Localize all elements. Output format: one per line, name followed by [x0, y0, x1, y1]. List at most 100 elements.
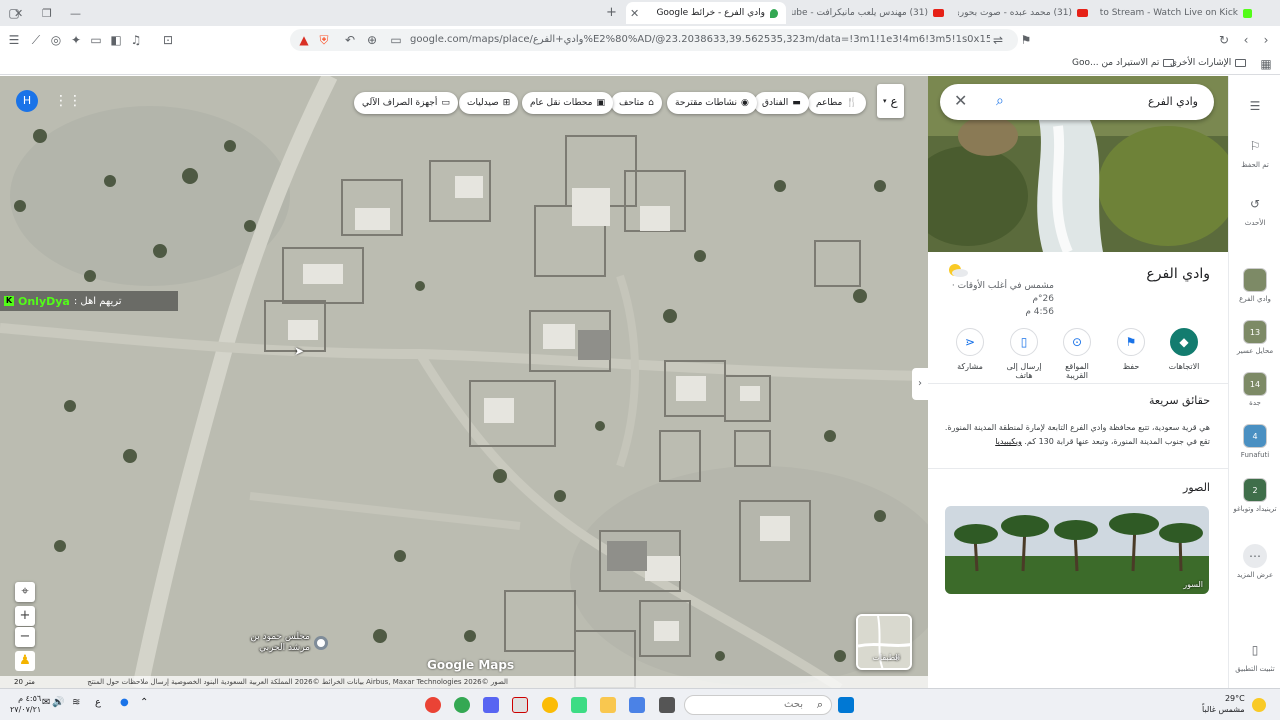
- send-to-phone-button[interactable]: ▯ إرسال إلى هاتف: [1001, 328, 1047, 380]
- photo-thumbnail[interactable]: السور: [945, 506, 1209, 594]
- chrome-dev-icon[interactable]: [542, 697, 558, 713]
- tune-icon[interactable]: ⇌: [990, 32, 1006, 48]
- tab-close-icon[interactable]: ✕: [630, 7, 639, 20]
- apps-grid-icon[interactable]: ▦: [1258, 56, 1274, 72]
- tab-kick[interactable]: Mojito Stream - Watch Live on Kick: [1100, 2, 1260, 24]
- nearby-button[interactable]: ⊙ المواقع القريبة: [1054, 328, 1100, 380]
- mouse-cursor-icon: ➤: [294, 344, 305, 358]
- scale-bar[interactable]: 20 متر: [14, 676, 35, 688]
- chip-activities[interactable]: ◉ نشاطات مقترحة: [667, 92, 757, 114]
- vpn-icon[interactable]: ◎: [48, 32, 64, 48]
- place-thumb: 4: [1243, 424, 1267, 448]
- bookmark-other[interactable]: الإشارات الأخرى: [1170, 58, 1247, 68]
- tab-youtube-1[interactable]: (31) محمد عبده - صوت بحوري - أليوم: [958, 2, 1096, 24]
- new-tab-icon[interactable]: +: [606, 5, 617, 20]
- bookmark-imported[interactable]: تم الاستيراد من ...Goo: [1072, 58, 1175, 68]
- search-input[interactable]: وادي الفرع: [1148, 95, 1198, 108]
- save-button[interactable]: ⚑ حفظ: [1108, 328, 1154, 371]
- rail-saved[interactable]: ⚐ تم الحفظ: [1229, 134, 1280, 169]
- reload-icon[interactable]: ↻: [1216, 32, 1232, 48]
- chip-hotels[interactable]: ▬ الفنادق: [754, 92, 809, 114]
- windows-start-icon[interactable]: [838, 697, 854, 713]
- zoom-icon[interactable]: ⊕: [364, 32, 380, 48]
- weather-widget[interactable]: 29°C مشمس غالباً: [1202, 693, 1245, 715]
- rail-place-2[interactable]: 13 محايل عسير: [1229, 320, 1280, 355]
- tray-overflow-icon[interactable]: ⌃: [140, 697, 156, 713]
- tab-google-maps[interactable]: وادي الفرع - خرائط Google: [626, 2, 786, 24]
- rail-menu[interactable]: ☰: [1229, 94, 1280, 121]
- file-explorer-icon[interactable]: [600, 697, 616, 713]
- rail-install-app[interactable]: ▯ تثبيت التطبيق: [1229, 638, 1280, 673]
- wifi-icon[interactable]: ≋: [72, 697, 88, 713]
- share-button[interactable]: ⋖ مشاركة: [947, 328, 993, 371]
- chip-restaurants[interactable]: 🍴 مطاعم: [808, 92, 866, 114]
- rail-place-current[interactable]: وادي الفرع: [1229, 268, 1280, 303]
- chrome-beta-icon[interactable]: [454, 697, 470, 713]
- rail-place-5[interactable]: 2 ترينيداد وتوباغو: [1229, 478, 1280, 513]
- task-view-icon[interactable]: [659, 697, 675, 713]
- store-icon[interactable]: [629, 697, 645, 713]
- chip-museums[interactable]: ⌂ متاحف: [611, 92, 662, 114]
- windows-taskbar: ٤:٥٦ م ٢٧/٠٧/٢١ ✉ 🔊 ≋ ع ● ⌃ بحث ⌕ 29°C م…: [0, 688, 1280, 720]
- tray-clock[interactable]: ٤:٥٦ م ٢٧/٠٧/٢١: [10, 693, 41, 715]
- zoom-out-button[interactable]: −: [15, 627, 35, 647]
- minimize-icon[interactable]: —: [70, 7, 81, 20]
- rail-recents[interactable]: ↺ الأحدث: [1229, 192, 1280, 227]
- google-apps-icon[interactable]: ⋮⋮: [54, 93, 82, 109]
- input-tools-button[interactable]: ع ▾: [877, 84, 904, 118]
- my-location-button[interactable]: ⌖: [15, 582, 35, 602]
- music-icon[interactable]: ♫: [128, 32, 144, 48]
- directions-button[interactable]: ◆ الاتجاهات: [1161, 328, 1207, 371]
- chip-pharmacies[interactable]: ⊞ صيدليات: [459, 92, 519, 114]
- youtube-icon: [1077, 9, 1088, 17]
- maximize-icon[interactable]: ❐: [42, 7, 52, 20]
- url-text: google.com/maps/place/وادي+الفرع%E2%80%A…: [410, 34, 990, 45]
- place-pin-label[interactable]: مجلس حمود بن مرشد الحربي: [240, 632, 310, 654]
- input-language[interactable]: ع: [95, 697, 111, 713]
- wallet-icon[interactable]: ⟋: [28, 32, 44, 48]
- site-info-icon[interactable]: ▭: [388, 32, 404, 48]
- collapse-panel-button[interactable]: ›: [912, 368, 928, 400]
- taskbar-search[interactable]: بحث ⌕: [684, 695, 832, 715]
- sidebar-icon[interactable]: ◧: [108, 32, 124, 48]
- chip-atm[interactable]: ▭ أجهزة الصراف الآلي: [354, 92, 458, 114]
- quick-facts-title: حقائق سريعة: [1149, 394, 1210, 407]
- chip-transit[interactable]: ▣ محطات نقل عام: [522, 92, 614, 114]
- place-pin[interactable]: [314, 636, 328, 650]
- streaming-app-icon[interactable]: [512, 697, 528, 713]
- street-view-pegman-icon[interactable]: ♟: [15, 651, 35, 671]
- history-icon: ↺: [1249, 197, 1261, 211]
- volume-icon[interactable]: 🔊: [52, 697, 68, 713]
- rail-more[interactable]: ⋯ عرض المزيد: [1229, 544, 1280, 579]
- screenshot-icon[interactable]: ⊡: [160, 32, 176, 48]
- divider: [928, 383, 1228, 384]
- brave-shield-icon[interactable]: ⛨: [316, 32, 332, 48]
- back-icon[interactable]: ‹: [1238, 32, 1254, 48]
- search-box[interactable]: وادي الفرع ⌕ ✕: [940, 84, 1214, 120]
- reader-icon[interactable]: ↶: [342, 32, 358, 48]
- account-avatar[interactable]: H: [16, 90, 38, 112]
- rail-place-4[interactable]: 4 Funafuti: [1229, 424, 1280, 459]
- terminal-icon[interactable]: [571, 697, 587, 713]
- bookmark-page-icon[interactable]: ⚑: [1018, 32, 1034, 48]
- address-bar[interactable]: ▲ ⛨ ↶ ⊕ ▭ google.com/maps/place/وادي+الف…: [290, 29, 1018, 51]
- zoom-in-button[interactable]: +: [15, 606, 35, 626]
- wikipedia-link[interactable]: ويكيبيديا: [995, 437, 1022, 446]
- close-window-icon[interactable]: ✕: [14, 7, 23, 20]
- rail-place-3[interactable]: 14 جدة: [1229, 372, 1280, 407]
- bookmarks-bar: ▦ الإشارات الأخرى تم الاستيراد من ...Goo: [0, 54, 1280, 75]
- layers-button[interactable]: ◈ الطبقات: [856, 614, 912, 670]
- chrome-icon[interactable]: [425, 697, 441, 713]
- forward-icon[interactable]: ›: [1258, 32, 1274, 48]
- share-icon: ⋖: [956, 328, 984, 356]
- microphone-icon[interactable]: ●: [120, 697, 136, 713]
- menu-icon[interactable]: ☰: [6, 32, 22, 48]
- extensions-icon[interactable]: ✦: [68, 32, 84, 48]
- discord-icon[interactable]: [483, 697, 499, 713]
- close-icon[interactable]: ✕: [954, 91, 967, 110]
- satellite-map[interactable]: H ⋮⋮ 🍴 مطاعم ▬ الفنادق ◉ نشاطات مقترحة ⌂ متا…: [0, 76, 928, 688]
- search-icon[interactable]: ⌕: [996, 93, 1004, 109]
- tab-youtube-2[interactable]: (31) مهندس يلعب مانيكرافت - YouTube: [792, 2, 952, 24]
- wallet-card-icon[interactable]: ▭: [88, 32, 104, 48]
- place-thumb: [1243, 268, 1267, 292]
